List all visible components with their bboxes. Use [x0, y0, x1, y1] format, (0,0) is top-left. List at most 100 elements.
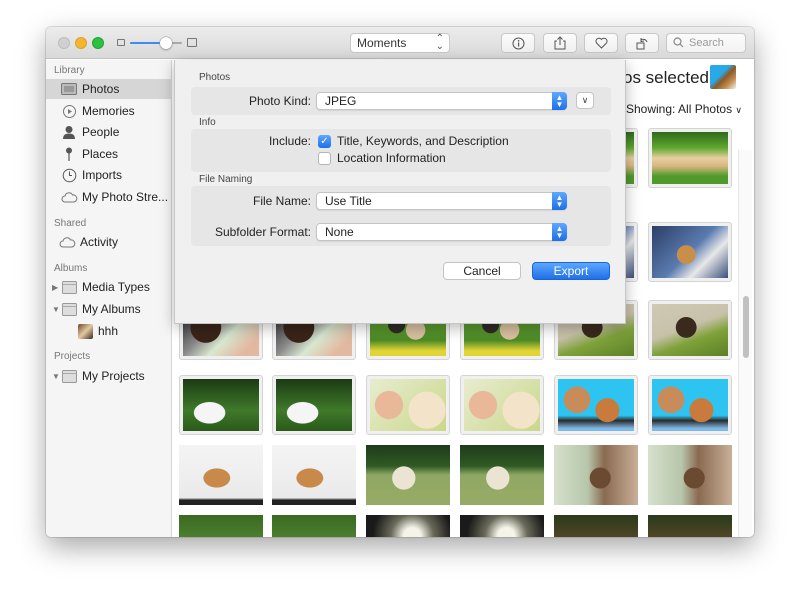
show-details-button[interactable]: ∨ [576, 92, 594, 109]
photo-thumbnail[interactable] [554, 515, 638, 537]
file-naming-section-label: File Naming [199, 174, 253, 185]
sidebar-section-shared: Shared [54, 218, 87, 229]
selection-preview-thumbnail [710, 65, 736, 89]
file-name-select[interactable]: Use Title ▲ ▼ [316, 192, 567, 210]
select-stepper-icon: ▲ ▼ [552, 192, 567, 210]
title-keywords-checkbox[interactable]: ✓ [318, 135, 331, 148]
people-icon [60, 124, 78, 140]
sidebar-item-label: My Albums [82, 302, 141, 316]
photo-thumbnail[interactable] [648, 300, 732, 360]
photo-thumbnail[interactable] [366, 445, 450, 505]
maximize-button[interactable] [92, 37, 104, 49]
photo-puppy-on-hill [652, 304, 728, 356]
sidebar-item-my-photo-stream[interactable]: My Photo Stre... [46, 187, 171, 207]
photo-cat-in-garden [554, 515, 638, 537]
photo-thumbnail[interactable] [648, 375, 732, 435]
vertical-scrollbar[interactable] [738, 150, 752, 537]
sidebar-item-imports[interactable]: Imports [46, 165, 171, 185]
photo-kitten-indoors [648, 445, 732, 505]
search-input[interactable]: Search [666, 33, 746, 53]
disclosure-collapsed-icon[interactable]: ▶ [52, 283, 60, 292]
photo-thumbnail[interactable] [648, 515, 732, 537]
photo-thumbnail[interactable] [272, 375, 356, 435]
sidebar-item-activity[interactable]: Activity [46, 232, 171, 252]
search-placeholder: Search [689, 37, 724, 49]
info-section-box: Include: ✓ Title, Keywords, and Descript… [191, 129, 611, 172]
photo-bird-in-light [366, 515, 450, 537]
minimize-button[interactable] [75, 37, 87, 49]
sidebar-section-albums: Albums [54, 263, 88, 274]
zoom-out-icon [117, 39, 125, 46]
folder-icon [60, 301, 78, 317]
photo-thumbnail[interactable] [272, 445, 356, 505]
photo-thumbnail[interactable] [179, 515, 263, 537]
photo-thumbnail[interactable] [179, 445, 263, 505]
sidebar-item-media-types[interactable]: ▶ Media Types [46, 277, 171, 297]
export-button[interactable]: Export [532, 262, 610, 280]
photo-cat-in-garden [648, 515, 732, 537]
photo-thumbnail[interactable] [554, 375, 638, 435]
photos-window: Moments ⌃ ⌄ Search Library Photos Memori… [46, 27, 754, 537]
showing-filter[interactable]: Showing: All Photos ∨ [626, 102, 742, 116]
places-pin-icon [60, 146, 78, 162]
subfolder-format-value: None [325, 225, 354, 239]
disclosure-expanded-icon[interactable]: ▼ [52, 372, 60, 381]
photo-thumbnail[interactable] [366, 515, 450, 537]
sidebar-item-memories[interactable]: Memories [46, 101, 171, 121]
photo-kind-select[interactable]: JPEG ▲ ▼ [316, 92, 567, 110]
photo-puppies-on-grass [272, 515, 356, 537]
rotate-button[interactable] [625, 33, 659, 53]
share-button[interactable] [543, 33, 577, 53]
sidebar-item-photos[interactable]: Photos [46, 79, 171, 99]
share-icon [554, 36, 566, 50]
photo-thumbnail[interactable] [460, 515, 544, 537]
sidebar-item-people[interactable]: People [46, 122, 171, 142]
location-info-checkbox[interactable] [318, 152, 331, 165]
selection-count: os selected [623, 68, 709, 87]
album-thumbnail [76, 323, 94, 339]
select-stepper-icon: ▲ ▼ [552, 92, 567, 110]
sidebar-item-album-hhh[interactable]: hhh [46, 321, 171, 341]
sidebar-item-label: Places [82, 147, 119, 161]
showing-value: All Photos [678, 102, 733, 116]
chevron-down-icon: ∨ [735, 105, 743, 115]
toolbar: Moments ⌃ ⌄ Search [46, 27, 754, 59]
photo-baby-with-golden-dog [370, 379, 446, 431]
cancel-button[interactable]: Cancel [443, 262, 521, 280]
rotate-icon [636, 38, 647, 50]
sidebar-item-my-projects[interactable]: ▼ My Projects [46, 366, 171, 386]
photo-thumbnail[interactable] [460, 445, 544, 505]
disclosure-expanded-icon[interactable]: ▼ [52, 305, 60, 314]
folder-icon [60, 368, 78, 384]
favorite-button[interactable] [584, 33, 618, 53]
photo-thumbnail[interactable] [179, 375, 263, 435]
thumbnail-size-slider[interactable] [130, 42, 182, 44]
sidebar-section-projects: Projects [54, 351, 91, 362]
photo-thumbnail[interactable] [648, 222, 732, 282]
photo-thumbnail[interactable] [554, 445, 638, 505]
sidebar-item-label: Media Types [82, 280, 150, 294]
sidebar-item-label: Photos [82, 82, 120, 96]
scrollbar-thumb[interactable] [743, 296, 749, 359]
search-icon [673, 37, 684, 48]
photo-thumbnail[interactable] [460, 375, 544, 435]
sidebar-item-places[interactable]: Places [46, 144, 171, 164]
include-label: Include: [268, 134, 311, 148]
photos-section-box: Photo Kind: JPEG ▲ ▼ [191, 87, 611, 115]
view-select[interactable]: Moments ⌃ ⌄ [350, 33, 450, 53]
info-section-label: Info [199, 117, 216, 128]
close-button[interactable] [58, 37, 70, 49]
photo-thumbnail[interactable] [648, 128, 732, 188]
photo-white-rabbit [183, 379, 259, 431]
select-stepper-icon: ▲ ▼ [552, 223, 567, 241]
photo-woman-with-dog-reading [558, 379, 634, 431]
sidebar: Library Photos Memories People Places Im… [46, 60, 172, 537]
subfolder-format-select[interactable]: None ▲ ▼ [316, 223, 567, 241]
photo-thumbnail[interactable] [366, 375, 450, 435]
slider-knob[interactable] [160, 37, 173, 49]
photo-woman-with-dog-reading [652, 379, 728, 431]
sidebar-item-my-albums[interactable]: ▼ My Albums [46, 299, 171, 319]
photo-thumbnail[interactable] [272, 515, 356, 537]
photo-thumbnail[interactable] [648, 445, 732, 505]
info-button[interactable] [501, 33, 535, 53]
